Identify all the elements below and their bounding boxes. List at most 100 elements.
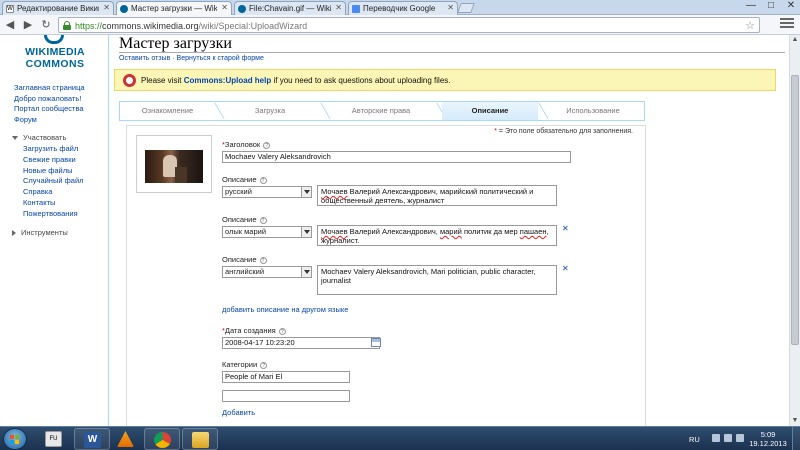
help-icon[interactable]: ? (263, 141, 271, 149)
bookmark-star-icon[interactable]: ☆ (745, 19, 755, 32)
taskbar-chrome[interactable] (144, 428, 180, 450)
scroll-thumb[interactable] (791, 75, 799, 345)
scroll-up-icon[interactable]: ▲ (790, 35, 800, 45)
scroll-down-icon[interactable]: ▼ (790, 416, 800, 426)
description-language-select[interactable]: английский (222, 266, 312, 278)
sidebar-item-upload-file[interactable]: Загрузить файл (23, 144, 113, 155)
description-language-select[interactable]: русский (222, 186, 312, 198)
step-tutorial: Ознакомление (141, 106, 194, 115)
sidebar-tools-heading[interactable]: Инструменты (12, 228, 68, 237)
chrome-icon (154, 432, 171, 448)
page-title: Мастер загрузки (119, 35, 232, 52)
help-icon[interactable]: ? (260, 361, 268, 369)
categories-label: Категории? (222, 360, 268, 369)
browser-tabstrip: W Редактирование Википедия ✕ Мастер загр… (0, 0, 800, 15)
network-icon[interactable] (724, 434, 732, 442)
description-textarea[interactable]: Мочаев Валерий Александрович, марий поли… (317, 225, 557, 246)
taskbar-vlc[interactable] (108, 428, 144, 450)
web-page: WIKIMEDIA COMMONS Заглавная страница Доб… (0, 35, 789, 426)
help-icon[interactable]: ? (259, 256, 267, 264)
address-bar[interactable]: https://commons.wikimedia.org/wiki/Speci… (58, 17, 760, 33)
explorer-fu-icon: FU (45, 431, 62, 447)
calendar-icon[interactable] (371, 338, 381, 347)
close-tab-icon[interactable]: ✕ (447, 3, 454, 12)
tray-arrow-icon[interactable] (712, 434, 720, 442)
upload-help-link[interactable]: Commons:Upload help (184, 76, 272, 85)
close-tab-icon[interactable]: ✕ (221, 3, 228, 12)
close-tab-icon[interactable]: ✕ (335, 3, 342, 12)
sidebar-item-random-file[interactable]: Случайный файл (23, 176, 113, 187)
leave-feedback-link[interactable]: Оставить отзыв (119, 55, 170, 62)
taskbar-folder[interactable] (182, 428, 218, 450)
help-icon[interactable]: ? (259, 216, 267, 224)
browser-tab-file-chavain[interactable]: File:Chavain.gif — Wikim ✕ (234, 1, 346, 15)
vlc-icon (117, 431, 134, 447)
chevron-down-icon (301, 187, 311, 197)
lock-icon (63, 21, 71, 30)
commons-logo[interactable]: WIKIMEDIA COMMONS (14, 35, 96, 71)
help-icon[interactable]: ? (278, 327, 286, 335)
browser-tab-edit-wikipedia[interactable]: W Редактирование Википедия ✕ (2, 1, 114, 15)
taskbar-word[interactable]: W (74, 428, 110, 450)
menu-icon[interactable] (780, 18, 794, 30)
folder-icon (192, 432, 209, 448)
description-textarea[interactable]: Mochaev Valery Aleksandrovich, Mari poli… (317, 265, 557, 295)
sidebar-item-contacts[interactable]: Контакты (23, 198, 113, 209)
category-input-empty[interactable] (222, 390, 350, 402)
sidebar-item-new-files[interactable]: Новые файлы (23, 166, 113, 177)
logo-text-line2: COMMONS (25, 58, 85, 70)
logo-text-line1: WIKIMEDIA (25, 46, 85, 58)
language-indicator[interactable]: RU (689, 435, 700, 444)
sidebar-item-help[interactable]: Справка (23, 187, 113, 198)
sidebar-item-forum[interactable]: Форум (14, 115, 114, 126)
date-label: *Дата создания? (222, 326, 286, 335)
sidebar-item-recent-changes[interactable]: Свежие правки (23, 155, 113, 166)
notice-text: Please visit Commons:Upload help if you … (141, 76, 451, 85)
description-language-select[interactable]: олык марий (222, 226, 312, 238)
sidebar-participate-heading[interactable]: Участвовать (12, 133, 66, 142)
expand-triangle-icon (12, 230, 16, 237)
main-content: Мастер загрузки Оставить отзыв · Вернуть… (108, 35, 789, 426)
add-description-link[interactable]: добавить описание на другом языке (222, 305, 348, 314)
page-scrollbar[interactable]: ▲ ▼ (789, 35, 800, 426)
sidebar-navigation: Заглавная страница Добро пожаловать! Пор… (14, 83, 114, 125)
new-tab-button[interactable] (457, 3, 475, 13)
help-icon[interactable]: ? (259, 176, 267, 184)
chevron-down-icon (301, 227, 311, 237)
date-input[interactable]: 2008-04-17 10:23:20 (222, 337, 380, 349)
chevron-down-icon (301, 267, 311, 277)
category-input[interactable]: People of Mari El (222, 371, 350, 383)
clock-date: 19.12.2013 (749, 439, 787, 448)
description-label: Описание? (222, 255, 267, 264)
sidebar-item-community-portal[interactable]: Портал сообщества (14, 104, 114, 115)
describe-form: * = Это поле обязательно для заполнения.… (126, 125, 646, 426)
taskbar-clock[interactable]: 5:09 19.12.2013 (748, 430, 788, 448)
add-category-link[interactable]: Добавить (222, 408, 255, 417)
show-desktop-button[interactable] (792, 427, 800, 450)
close-tab-icon[interactable]: ✕ (103, 3, 110, 12)
tab-label: File:Chavain.gif — Wikim (249, 4, 331, 13)
start-button[interactable] (3, 428, 27, 450)
minimize-button[interactable]: — (744, 0, 758, 12)
back-arrow-icon[interactable]: ◀ (4, 19, 16, 31)
image-thumbnail[interactable] (136, 135, 212, 193)
browser-tab-upload-wizard[interactable]: Мастер загрузки — Wiki ✕ (116, 1, 232, 15)
description-textarea[interactable]: Мочаев Валерий Александрович, марийский … (317, 185, 557, 206)
old-form-link[interactable]: Вернуться к старой форме (177, 55, 264, 62)
sidebar-item-welcome[interactable]: Добро пожаловать! (14, 94, 114, 105)
close-window-button[interactable]: ✕ (784, 0, 798, 12)
commons-globe-icon (44, 35, 64, 44)
sidebar-item-main-page[interactable]: Заглавная страница (14, 83, 114, 94)
remove-description-icon[interactable]: ✕ (562, 224, 569, 233)
title-input[interactable]: Mochaev Valery Aleksandrovich (222, 151, 571, 163)
reload-icon[interactable]: ↻ (40, 19, 52, 31)
taskbar-explorer-fu[interactable]: FU (36, 428, 72, 450)
remove-description-icon[interactable]: ✕ (562, 264, 569, 273)
volume-icon[interactable] (736, 434, 744, 442)
tab-label: Переводчик Google (363, 4, 436, 13)
description-label: Описание? (222, 175, 267, 184)
browser-tab-google-translate[interactable]: Переводчик Google ✕ (348, 1, 458, 15)
maximize-button[interactable]: □ (764, 0, 778, 12)
forward-arrow-icon[interactable]: ▶ (22, 19, 34, 31)
sidebar-item-donations[interactable]: Пожертвования (23, 209, 113, 220)
